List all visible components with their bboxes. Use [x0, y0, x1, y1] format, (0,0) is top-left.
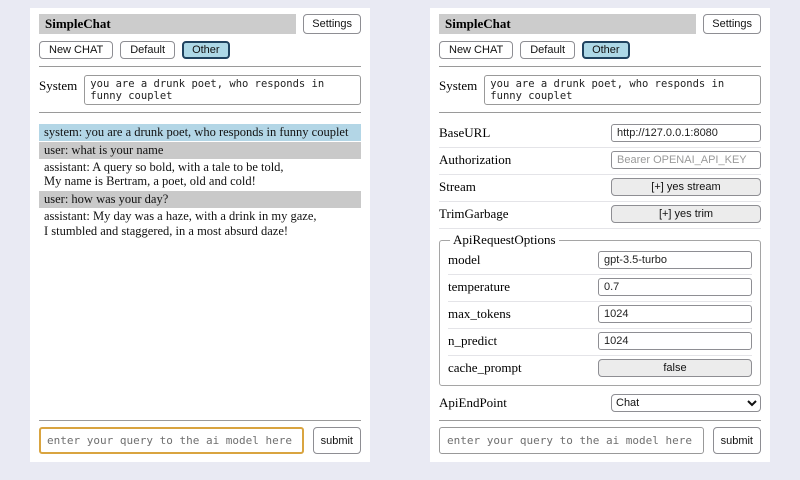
query-row: submit — [439, 427, 761, 454]
api-request-options-legend: ApiRequestOptions — [450, 232, 559, 248]
header: SimpleChat Settings — [39, 14, 361, 34]
setting-row-temperature: temperature — [448, 275, 752, 302]
tab-new-chat[interactable]: New CHAT — [39, 41, 113, 59]
authorization-label: Authorization — [439, 152, 611, 168]
chat-message: assistant: A query so bold, with a tale … — [39, 159, 361, 191]
chat-message: user: how was your day? — [39, 191, 361, 208]
app-title: SimpleChat — [39, 14, 296, 34]
chat-message: user: what is your name — [39, 142, 361, 159]
tab-other[interactable]: Other — [582, 41, 630, 59]
query-input[interactable] — [39, 427, 304, 454]
chat-panel: SimpleChat Settings New CHAT Default Oth… — [30, 8, 370, 462]
chat-message: system: you are a drunk poet, who respon… — [39, 124, 361, 141]
divider — [39, 112, 361, 113]
divider — [439, 66, 761, 67]
settings-main: BaseURL Authorization Stream [+] yes str… — [439, 119, 761, 413]
session-tabs: New CHAT Default Other — [439, 41, 761, 59]
settings-list: BaseURL Authorization Stream [+] yes str… — [439, 121, 761, 413]
divider — [39, 66, 361, 67]
chat-main: system: you are a drunk poet, who respon… — [39, 119, 361, 413]
cache-prompt-toggle-button[interactable]: false — [598, 359, 752, 377]
system-prompt-input[interactable]: you are a drunk poet, who responds in fu… — [484, 75, 761, 105]
setting-row-n-predict: n_predict — [448, 329, 752, 356]
session-tabs: New CHAT Default Other — [39, 41, 361, 59]
settings-panel: SimpleChat Settings New CHAT Default Oth… — [430, 8, 770, 462]
setting-row-stream: Stream [+] yes stream — [439, 175, 761, 202]
divider — [439, 420, 761, 421]
tab-new-chat[interactable]: New CHAT — [439, 41, 513, 59]
system-prompt-row: System you are a drunk poet, who respond… — [39, 73, 361, 105]
tab-default[interactable]: Default — [520, 41, 575, 59]
stream-toggle-button[interactable]: [+] yes stream — [611, 178, 761, 196]
setting-row-baseurl: BaseURL — [439, 121, 761, 148]
query-area: submit — [439, 413, 761, 454]
temperature-label: temperature — [448, 279, 598, 295]
chat-message: assistant: My day was a haze, with a dri… — [39, 208, 361, 240]
api-request-options-fieldset: ApiRequestOptions model temperature max_… — [439, 232, 761, 386]
model-label: model — [448, 252, 598, 268]
setting-row-max-tokens: max_tokens — [448, 302, 752, 329]
header: SimpleChat Settings — [439, 14, 761, 34]
setting-row-authorization: Authorization — [439, 148, 761, 175]
system-prompt-input[interactable]: you are a drunk poet, who responds in fu… — [84, 75, 361, 105]
n-predict-input[interactable] — [598, 332, 752, 350]
settings-button[interactable]: Settings — [303, 14, 361, 34]
tab-other[interactable]: Other — [182, 41, 230, 59]
app-title: SimpleChat — [439, 14, 696, 34]
trimgarbage-toggle-button[interactable]: [+] yes trim — [611, 205, 761, 223]
submit-button[interactable]: submit — [713, 427, 761, 454]
setting-row-trimgarbage: TrimGarbage [+] yes trim — [439, 202, 761, 229]
query-row: submit — [39, 427, 361, 454]
baseurl-label: BaseURL — [439, 125, 611, 141]
setting-row-cache-prompt: cache_prompt false — [448, 356, 752, 382]
divider — [39, 420, 361, 421]
divider — [439, 112, 761, 113]
temperature-input[interactable] — [598, 278, 752, 296]
api-endpoint-select[interactable]: Chat — [611, 394, 761, 412]
max-tokens-input[interactable] — [598, 305, 752, 323]
settings-button[interactable]: Settings — [703, 14, 761, 34]
query-input[interactable] — [439, 427, 704, 454]
cache-prompt-label: cache_prompt — [448, 360, 598, 376]
system-label: System — [39, 75, 77, 94]
setting-row-api-endpoint: ApiEndPoint Chat — [439, 391, 761, 413]
authorization-input[interactable] — [611, 151, 761, 169]
tab-default[interactable]: Default — [120, 41, 175, 59]
system-prompt-row: System you are a drunk poet, who respond… — [439, 73, 761, 105]
chat-messages: system: you are a drunk poet, who respon… — [39, 124, 361, 239]
api-endpoint-label: ApiEndPoint — [439, 395, 611, 411]
model-input[interactable] — [598, 251, 752, 269]
stream-label: Stream — [439, 179, 611, 195]
baseurl-input[interactable] — [611, 124, 761, 142]
submit-button[interactable]: submit — [313, 427, 361, 454]
setting-row-model: model — [448, 248, 752, 275]
system-label: System — [439, 75, 477, 94]
n-predict-label: n_predict — [448, 333, 598, 349]
trimgarbage-label: TrimGarbage — [439, 206, 611, 222]
query-area: submit — [39, 413, 361, 454]
max-tokens-label: max_tokens — [448, 306, 598, 322]
